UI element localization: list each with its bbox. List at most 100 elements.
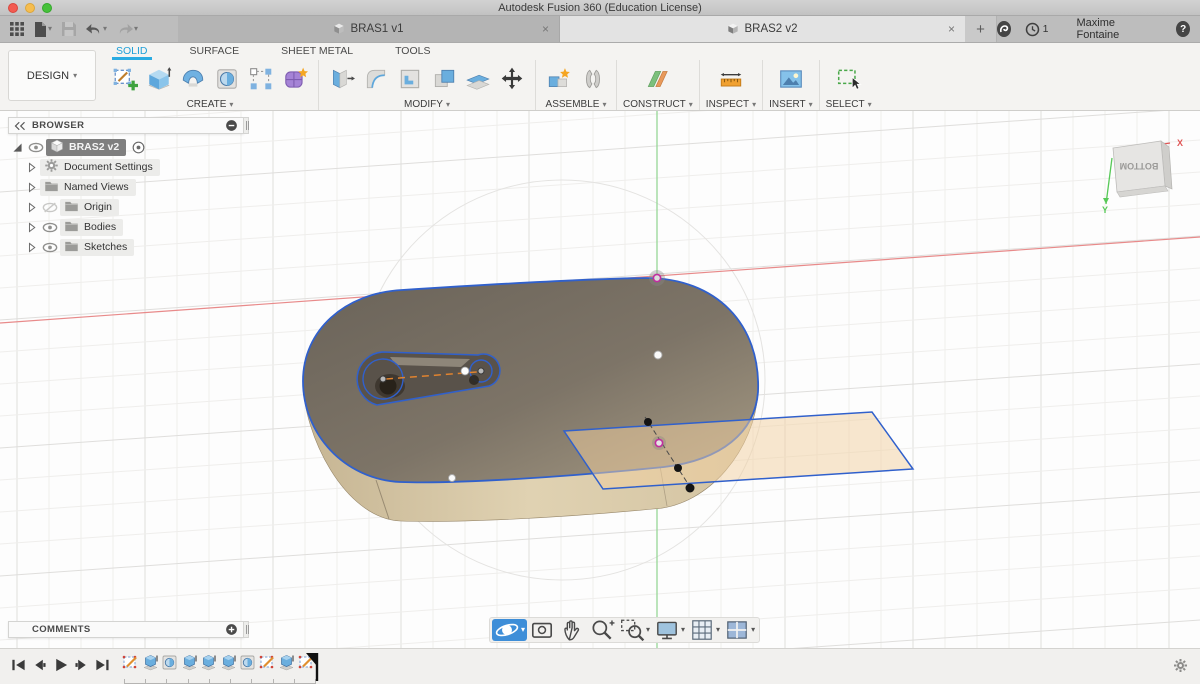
orbit-button[interactable]: ▾ [492,619,528,641]
job-status[interactable]: 1 [1025,22,1048,37]
document-icon [728,23,739,34]
comments-panel-header[interactable]: COMMENTS [8,621,244,638]
activate-component-icon[interactable] [131,140,146,155]
browser-panel-header[interactable]: BROWSER [8,117,244,134]
document-tab-bras1[interactable]: BRAS1 v1 × [178,16,560,42]
ribbon-tab-sheet-metal[interactable]: SHEET METAL [277,45,357,60]
group-dropdown-modify[interactable]: MODIFY ▾ [404,99,450,110]
viewcube[interactable]: BOTTOM X Y [1102,138,1183,215]
timeline-feature-extrude[interactable] [181,654,198,671]
group-dropdown-construct[interactable]: CONSTRUCT ▾ [623,99,693,110]
timeline-feature-hole[interactable] [239,654,256,671]
press-pull-icon[interactable] [325,62,359,96]
visibility-eye-icon[interactable] [40,241,60,254]
expand-icon[interactable] [8,141,26,154]
expand-icon[interactable] [22,161,40,174]
timeline-feature-sketch[interactable] [259,654,276,671]
timeline-feature-extrude[interactable] [200,654,217,671]
viewport[interactable]: BOTTOM X Y BROWSER BRAS2 v2 Document Sett… [0,111,1200,648]
offset-face-icon[interactable] [461,62,495,96]
go-to-start-button[interactable] [10,656,27,674]
visibility-eye-icon[interactable] [40,221,60,234]
step-back-button[interactable] [31,656,48,674]
create-sketch-icon[interactable] [108,62,142,96]
expand-icon[interactable] [22,221,40,234]
select-box-icon[interactable] [832,62,866,96]
browser-item-document-settings[interactable]: Document Settings [8,157,248,177]
group-dropdown-insert[interactable]: INSERT ▾ [769,99,813,110]
save-icon[interactable] [60,20,78,38]
browser-item-bodies[interactable]: Bodies [8,217,248,237]
hole-icon[interactable] [210,62,244,96]
revolve-icon[interactable] [176,62,210,96]
browser-item-sketches[interactable]: Sketches [8,237,248,257]
timeline-settings-gear-icon[interactable] [1173,658,1188,678]
group-dropdown-select[interactable]: SELECT ▾ [826,99,872,110]
construct-plane-icon[interactable] [641,62,675,96]
visibility-eye-hidden-icon[interactable] [40,201,60,214]
viewcube-face-label[interactable]: BOTTOM [1120,161,1159,171]
pan-button[interactable] [557,619,587,641]
close-tab-icon[interactable]: × [542,22,549,36]
new-component-icon[interactable] [542,62,576,96]
zoom-button[interactable] [587,619,617,641]
group-dropdown-assemble[interactable]: ASSEMBLE ▾ [546,99,607,110]
new-tab-button[interactable]: + [965,16,997,42]
expand-icon[interactable] [22,181,40,194]
measure-icon[interactable] [714,62,748,96]
go-to-end-button[interactable] [94,656,111,674]
user-account[interactable]: Maxime Fontaine [1076,17,1148,41]
shell-icon[interactable] [393,62,427,96]
insert-image-icon[interactable] [774,62,808,96]
browser-item-named-views[interactable]: Named Views [8,177,248,197]
file-menu-icon[interactable]: ▾ [32,20,54,39]
step-forward-button[interactable] [73,656,90,674]
viewports-button[interactable]: ▾ [722,619,757,641]
fillet-icon[interactable] [359,62,393,96]
expand-icon[interactable] [22,201,40,214]
timeline-feature-extrude[interactable] [278,654,295,671]
create-form-icon[interactable] [278,62,312,96]
timeline-feature-sketch[interactable] [122,654,139,671]
timeline-feature-extrude[interactable] [142,654,159,671]
expand-icon[interactable] [22,241,40,254]
combine-icon[interactable] [427,62,461,96]
minimize-window-button[interactable] [25,3,35,13]
remove-panel-icon[interactable] [225,119,238,132]
ribbon-tab-surface[interactable]: SURFACE [186,45,244,60]
zoom-window-button[interactable]: ▾ [617,619,652,642]
ribbon-tab-solid[interactable]: SOLID [112,45,152,60]
zoom-window-button[interactable] [42,3,52,13]
extensions-icon[interactable] [997,21,1011,37]
timeline-playhead[interactable] [305,652,321,684]
joint-icon[interactable] [576,62,610,96]
pattern-icon[interactable] [244,62,278,96]
grid-settings-button[interactable]: ▾ [687,619,722,641]
group-divider [616,60,617,110]
add-comment-icon[interactable] [225,623,238,636]
close-tab-icon[interactable]: × [948,22,955,36]
redo-icon[interactable]: ▾ [115,21,140,38]
move-icon[interactable] [495,62,529,96]
comments-panel-grip[interactable] [244,621,249,638]
ribbon-tab-tools[interactable]: TOOLS [391,45,434,60]
play-button[interactable] [52,656,69,674]
extrude-icon[interactable] [142,62,176,96]
group-dropdown-inspect[interactable]: INSPECT ▾ [706,99,756,110]
help-icon[interactable]: ? [1176,21,1190,37]
timeline-feature-hole[interactable] [161,654,178,671]
workspace-selector[interactable]: DESIGN ▾ [8,50,96,101]
close-window-button[interactable] [8,3,18,13]
group-dropdown-create[interactable]: CREATE ▾ [187,99,234,110]
collapse-panel-icon[interactable] [14,121,26,131]
display-settings-button[interactable]: ▾ [652,619,687,641]
browser-panel-grip[interactable] [244,117,249,134]
timeline-feature-extrude[interactable] [220,654,237,671]
undo-icon[interactable]: ▾ [84,21,109,38]
document-tab-bras2[interactable]: BRAS2 v2 × [560,16,965,42]
app-grid-icon[interactable] [8,20,26,38]
visibility-eye-icon[interactable] [26,141,46,154]
look-at-button[interactable] [527,619,557,641]
browser-item-origin[interactable]: Origin [8,197,248,217]
browser-root-row[interactable]: BRAS2 v2 [8,137,248,157]
